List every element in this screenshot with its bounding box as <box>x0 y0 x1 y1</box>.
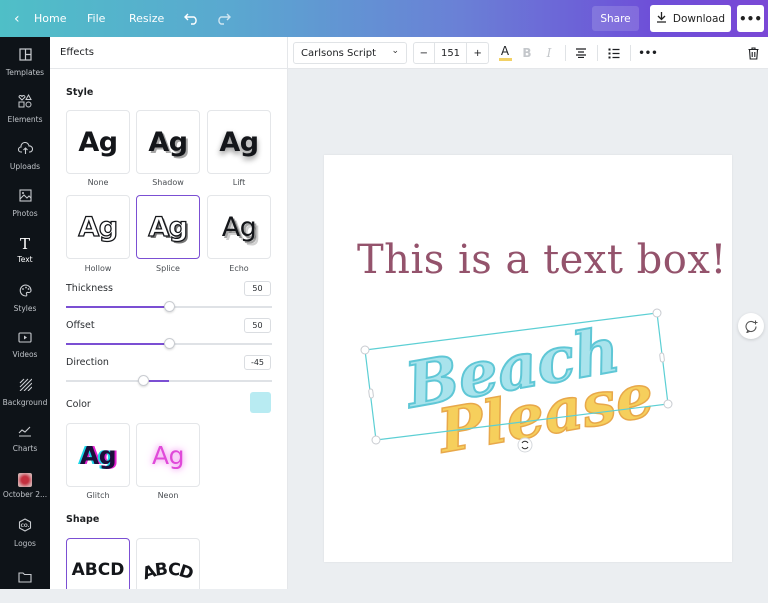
direction-input[interactable]: -45 <box>244 355 271 370</box>
align-center-icon[interactable] <box>572 37 590 69</box>
background-icon <box>19 378 32 395</box>
top-bar: ‹ Home File Resize Share Download ••• <box>0 0 768 37</box>
sidebar-item-charts[interactable]: Charts <box>0 416 50 462</box>
style-option-splice[interactable]: Ag <box>136 195 200 259</box>
thickness-slider-fill <box>66 306 169 308</box>
sidebar-item-templates[interactable]: Templates <box>0 39 50 85</box>
share-button[interactable]: Share <box>592 6 639 31</box>
elements-icon <box>18 93 32 112</box>
style-option-lift[interactable]: Ag <box>207 110 271 174</box>
curved-abcd-sample: ABCD <box>139 559 197 585</box>
svg-text:CO.: CO. <box>21 523 30 529</box>
offset-slider-thumb[interactable] <box>163 338 175 349</box>
style-label-none: None <box>87 178 109 187</box>
home-button[interactable]: Home <box>34 0 66 37</box>
chevron-down-icon: ⌄ <box>391 46 399 56</box>
effects-panel: Effects Style Ag None Ag Shadow Ag Lift … <box>50 37 288 589</box>
increase-font-size-button[interactable]: + <box>467 43 488 63</box>
thickness-slider-thumb[interactable] <box>163 301 175 312</box>
sidebar-item-folder-october[interactable]: October 2... <box>0 463 50 509</box>
text-color-icon[interactable]: A <box>496 37 514 69</box>
shape-option-none[interactable]: ABCD <box>66 538 130 589</box>
sidebar-item-uploads[interactable]: Uploads <box>0 133 50 179</box>
text-toolbar: Carlsons Script ⌄ − 151 + A B I ••• <box>288 37 768 69</box>
style-label-splice: Splice <box>156 264 180 273</box>
sidebar-item-videos[interactable]: Videos <box>0 322 50 368</box>
bold-icon[interactable]: B <box>518 37 536 69</box>
more-icon[interactable]: ••• <box>737 5 764 32</box>
folder-icon <box>18 571 32 587</box>
photos-icon <box>18 188 32 206</box>
chevron-left-icon[interactable]: ‹ <box>14 0 20 37</box>
shape-section-title: Shape <box>66 514 100 525</box>
font-size-input[interactable]: 151 <box>435 43 468 63</box>
style-label-hollow: Hollow <box>84 264 112 273</box>
download-icon <box>656 11 667 26</box>
list-icon[interactable] <box>604 37 624 69</box>
more-options-icon[interactable]: ••• <box>637 37 659 69</box>
redo-icon[interactable] <box>216 0 231 37</box>
logos-icon: CO. <box>18 518 32 536</box>
sidebar-item-logos[interactable]: CO. Logos <box>0 510 50 556</box>
style-label-echo: Echo <box>229 264 249 273</box>
color-swatch[interactable] <box>250 392 271 413</box>
sidebar-item-folder[interactable] <box>0 557 50 603</box>
sidebar-item-styles[interactable]: Styles <box>0 275 50 321</box>
sidebar-item-photos[interactable]: Photos <box>0 180 50 226</box>
video-icon <box>18 331 32 347</box>
style-label-neon: Neon <box>157 491 179 500</box>
style-label-glitch: Glitch <box>86 491 110 500</box>
templates-icon <box>18 47 32 65</box>
add-comment-icon[interactable] <box>738 313 764 339</box>
download-button[interactable]: Download <box>650 5 731 32</box>
thickness-input[interactable]: 50 <box>244 281 271 296</box>
palette-icon <box>19 283 32 301</box>
style-option-glitch[interactable]: Ag <box>66 423 130 487</box>
sidebar-item-text[interactable]: T Text <box>0 227 50 273</box>
text-icon: T <box>19 234 30 253</box>
upload-cloud-icon <box>17 141 33 159</box>
design-canvas[interactable]: This is a text box! <box>324 155 732 562</box>
decrease-font-size-button[interactable]: − <box>414 43 435 63</box>
style-option-shadow[interactable]: Ag <box>136 110 200 174</box>
direction-label: Direction <box>66 357 109 368</box>
style-option-neon[interactable]: Ag <box>136 423 200 487</box>
undo-icon[interactable] <box>184 0 199 37</box>
italic-icon[interactable]: I <box>540 37 558 69</box>
file-menu[interactable]: File <box>87 0 105 37</box>
offset-input[interactable]: 50 <box>244 318 271 333</box>
style-label-shadow: Shadow <box>152 178 184 187</box>
sidebar-item-background[interactable]: Background <box>0 369 50 415</box>
style-option-none[interactable]: Ag <box>66 110 130 174</box>
folder-thumbnail-icon <box>18 473 32 487</box>
trash-icon[interactable] <box>744 37 762 69</box>
direction-slider-thumb[interactable] <box>137 375 149 386</box>
font-size-stepper: − 151 + <box>413 42 489 64</box>
color-label: Color <box>66 399 91 410</box>
direction-slider[interactable] <box>66 375 272 386</box>
offset-slider-fill <box>66 343 169 345</box>
charts-icon <box>18 425 32 441</box>
offset-label: Offset <box>66 320 95 331</box>
sidebar-item-elements[interactable]: Elements <box>0 86 50 132</box>
thickness-slider[interactable] <box>66 301 272 312</box>
side-navigation: Templates Elements Uploads Photos T Text… <box>0 37 50 589</box>
style-option-hollow[interactable]: Ag <box>66 195 130 259</box>
headline-text-box[interactable]: This is a text box! <box>357 237 727 283</box>
thickness-label: Thickness <box>66 283 113 294</box>
panel-title: Effects <box>50 37 287 69</box>
style-option-echo[interactable]: Ag <box>207 195 271 259</box>
offset-slider[interactable] <box>66 338 272 349</box>
shape-option-curve[interactable]: ABCD <box>136 538 200 589</box>
style-section-title: Style <box>66 87 94 98</box>
style-label-lift: Lift <box>232 178 246 187</box>
download-label: Download <box>672 12 726 25</box>
font-family-dropdown[interactable]: Carlsons Script ⌄ <box>293 42 407 64</box>
resize-button[interactable]: Resize <box>129 0 164 37</box>
